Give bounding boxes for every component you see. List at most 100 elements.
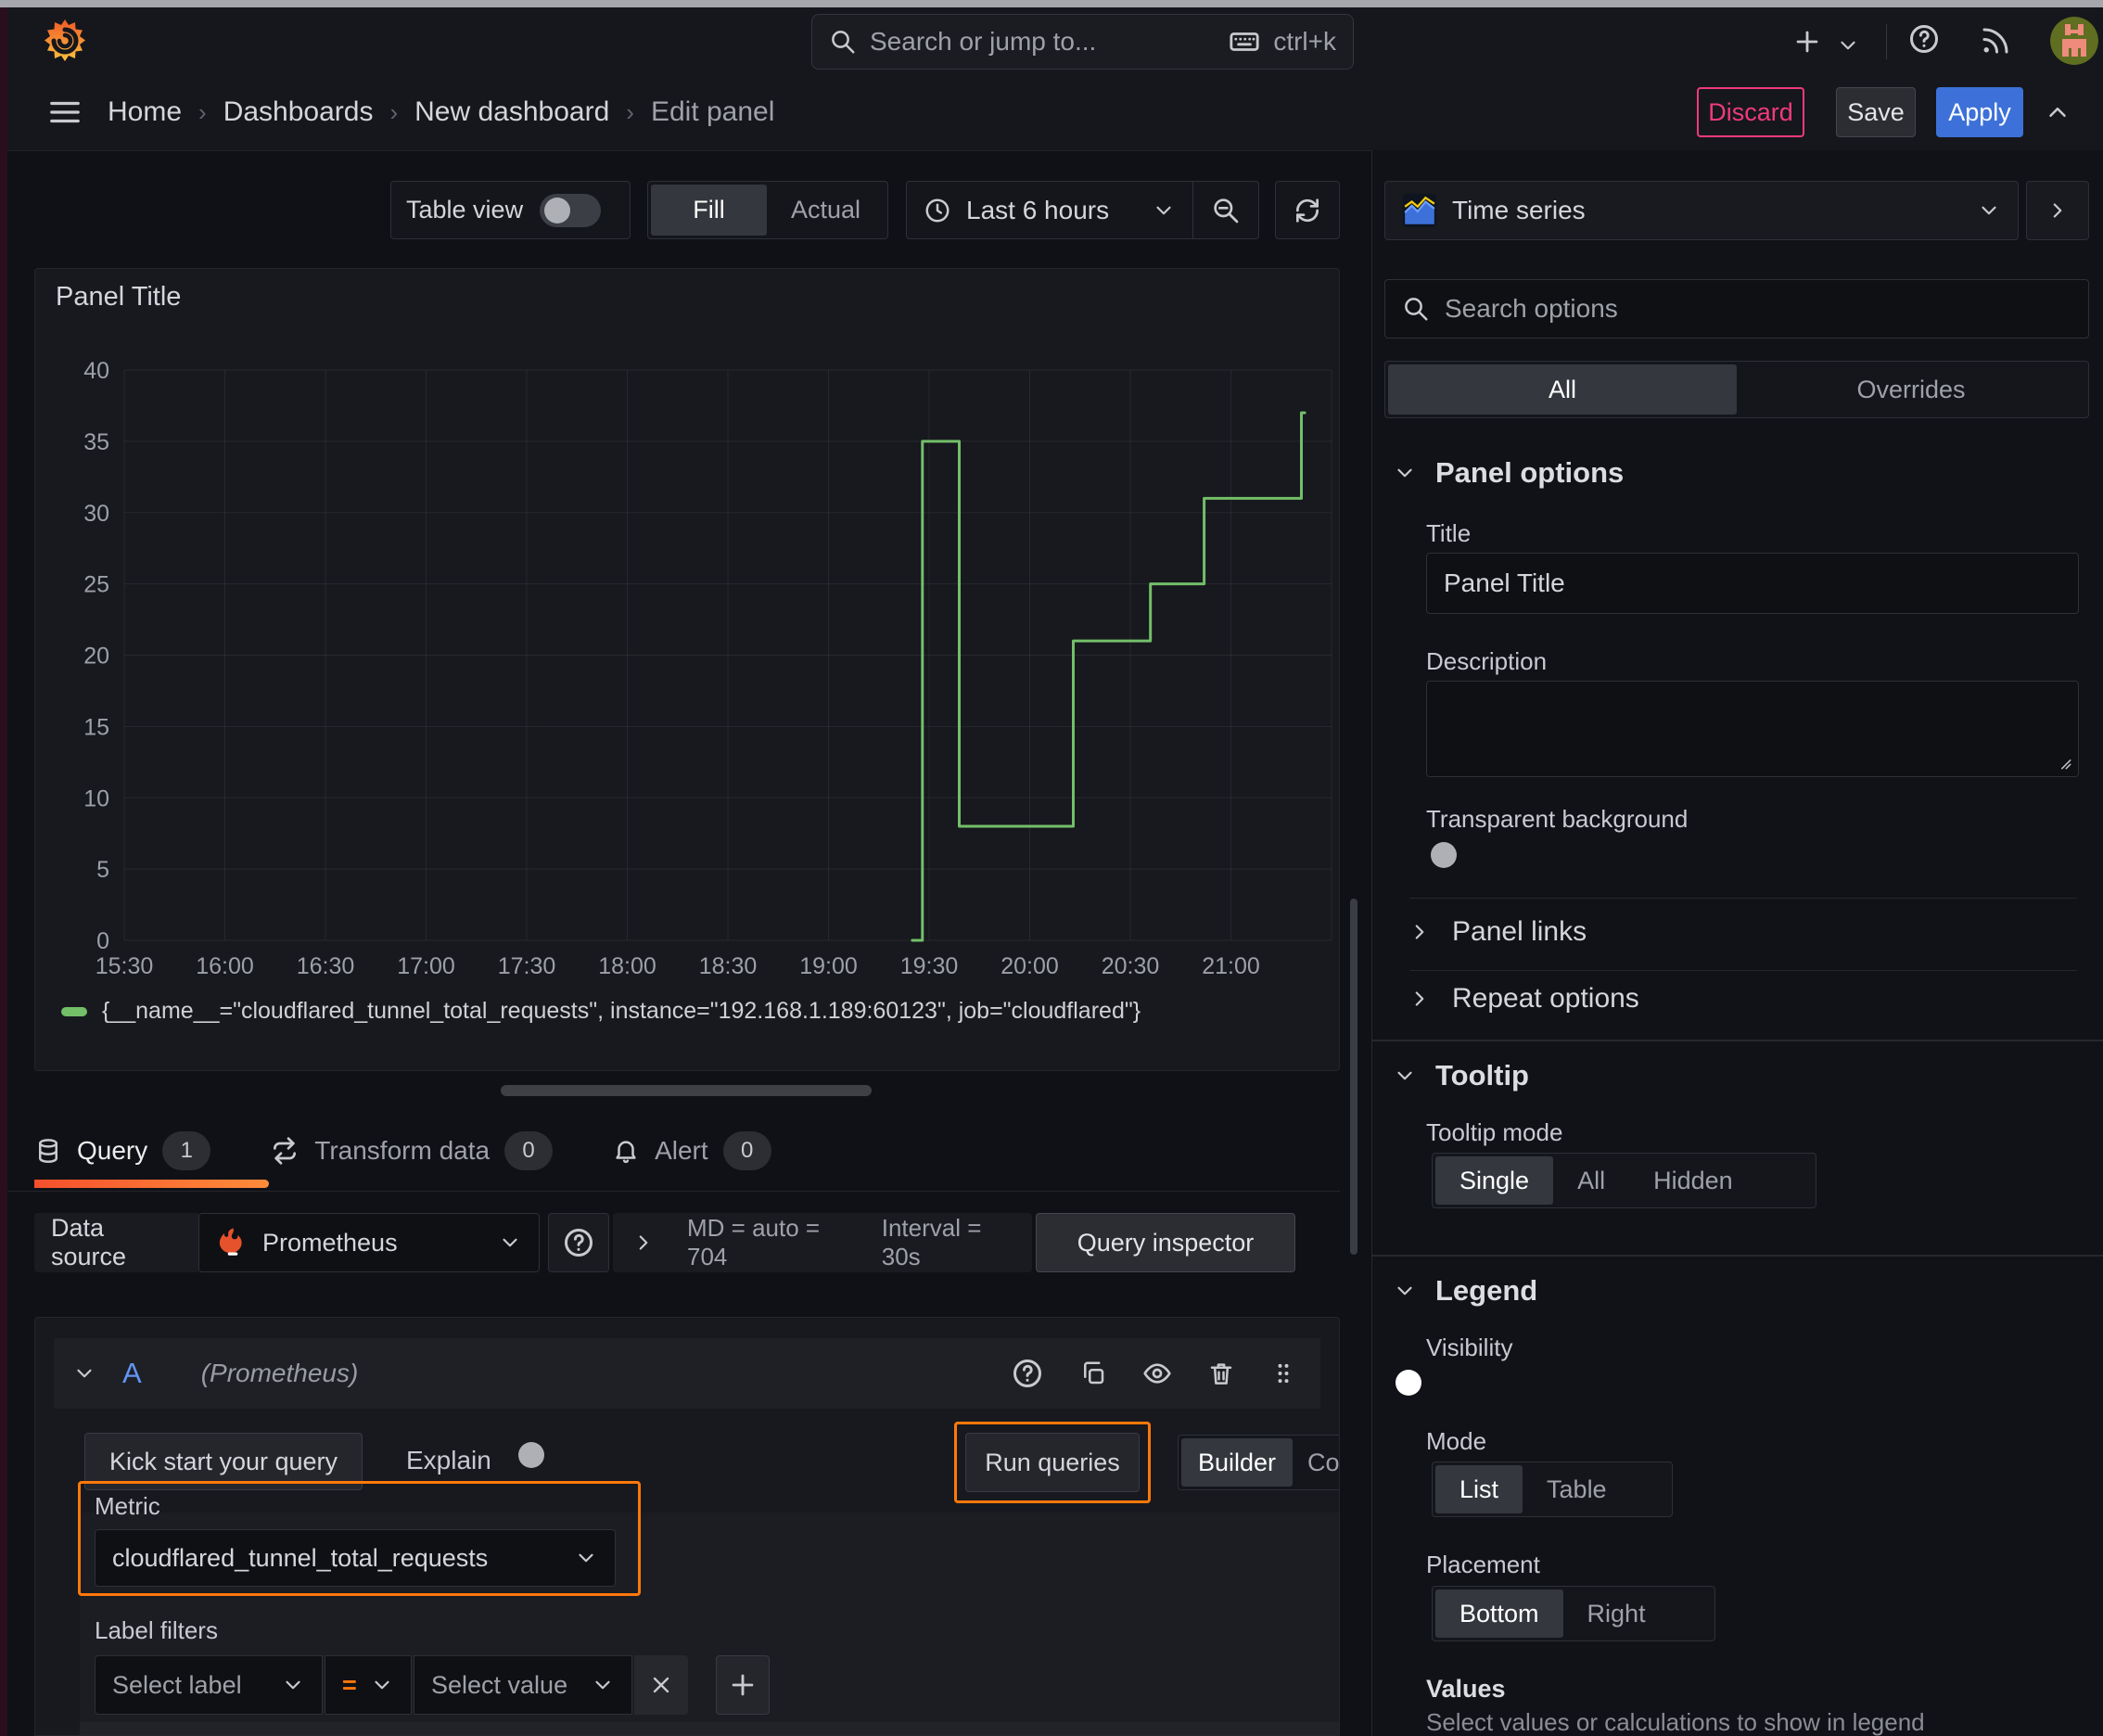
add-new-button[interactable] bbox=[1791, 26, 1823, 57]
datasource-picker[interactable]: Prometheus bbox=[198, 1213, 540, 1272]
tab-overrides[interactable]: Overrides bbox=[1737, 364, 2085, 415]
menu-hamburger-icon[interactable] bbox=[45, 95, 85, 130]
legend-series-label: {__name__="cloudflared_tunnel_total_requ… bbox=[102, 998, 1141, 1024]
tab-all[interactable]: All bbox=[1388, 364, 1737, 415]
toggle-visibility-eye-icon[interactable] bbox=[1142, 1359, 1172, 1388]
panel-links-chevron-icon bbox=[1408, 920, 1432, 944]
select-label-dropdown[interactable]: Select label bbox=[95, 1655, 323, 1715]
panel-title: Panel Title bbox=[56, 282, 182, 312]
global-search[interactable]: Search or jump to... ctrl+k bbox=[811, 14, 1354, 70]
tab-count-badge: 0 bbox=[504, 1131, 554, 1170]
breadcrumb-bar: Home › Dashboards › New dashboard › Edit panel… bbox=[7, 74, 2103, 151]
legend-header[interactable]: Legend bbox=[1393, 1274, 1537, 1308]
time-range-picker[interactable]: Last 6 hours bbox=[907, 196, 1192, 225]
duplicate-query-icon[interactable] bbox=[1079, 1359, 1107, 1387]
remove-filter-button[interactable] bbox=[634, 1655, 688, 1715]
refresh-button[interactable] bbox=[1275, 181, 1340, 239]
textarea-resize-icon[interactable] bbox=[2056, 754, 2072, 771]
tab-transform-data[interactable]: Transform data 0 bbox=[270, 1131, 554, 1170]
builder-option[interactable]: Builder bbox=[1181, 1438, 1294, 1487]
visualization-picker[interactable]: Time series bbox=[1384, 181, 2019, 240]
select-value-dropdown[interactable]: Select value bbox=[414, 1655, 632, 1715]
legend-placement-bottom[interactable]: Bottom bbox=[1435, 1589, 1563, 1638]
legend-mode-list[interactable]: List bbox=[1435, 1465, 1523, 1513]
metric-value: cloudflared_tunnel_total_requests bbox=[112, 1543, 489, 1572]
description-textarea[interactable] bbox=[1426, 681, 2079, 777]
tooltip-all[interactable]: All bbox=[1553, 1156, 1629, 1205]
transparent-bg-label: Transparent background bbox=[1426, 805, 1689, 833]
run-queries-button[interactable]: Run queries bbox=[965, 1433, 1140, 1492]
legend-placement-right[interactable]: Right bbox=[1563, 1589, 1670, 1638]
breadcrumb-item[interactable]: Dashboards bbox=[223, 96, 374, 128]
fill-actual-segment: Fill Actual bbox=[647, 181, 888, 239]
options-search-input[interactable]: Search options bbox=[1384, 279, 2089, 338]
time-series-chart: 0 5 10 15 20 25 30 35 40 15:30 16:00 16:30 17:00 17:3… bbox=[83, 358, 1332, 979]
chevron-right-icon bbox=[2046, 198, 2070, 223]
panel-options-header[interactable]: Panel options bbox=[1393, 456, 1624, 490]
next-section-edge bbox=[80, 1722, 1339, 1735]
delete-query-trash-icon[interactable] bbox=[1207, 1359, 1235, 1387]
user-avatar[interactable] bbox=[2050, 17, 2098, 65]
datasource-help-button[interactable] bbox=[548, 1213, 609, 1272]
options-search-placeholder: Search options bbox=[1445, 294, 1618, 323]
chart-legend[interactable]: {__name__="cloudflared_tunnel_total_requ… bbox=[61, 998, 1141, 1025]
drag-query-grip-icon[interactable] bbox=[1270, 1360, 1296, 1386]
collapse-sidebar-button[interactable] bbox=[2026, 181, 2089, 240]
grafana-logo-icon[interactable] bbox=[41, 17, 89, 65]
select-label-chevron-icon bbox=[281, 1673, 305, 1697]
panel-links-section[interactable]: Panel links bbox=[1408, 916, 1587, 948]
svg-text:40: 40 bbox=[83, 358, 109, 384]
nav-divider bbox=[1886, 24, 1887, 59]
fill-option[interactable]: Fill bbox=[651, 185, 767, 236]
tooltip-chevron-icon bbox=[1393, 1064, 1417, 1088]
panel-options-chevron-icon bbox=[1393, 461, 1417, 485]
main-scrollbar-thumb[interactable] bbox=[1350, 899, 1357, 1255]
editor-tabs: Query 1 Transform data 0 Alert 0 bbox=[34, 1117, 771, 1184]
repeat-options-section[interactable]: Repeat options bbox=[1408, 983, 1639, 1015]
save-button[interactable]: Save bbox=[1836, 87, 1916, 137]
actual-option[interactable]: Actual bbox=[767, 185, 885, 236]
help-circle-icon bbox=[562, 1226, 595, 1259]
legend-mode-table[interactable]: Table bbox=[1523, 1465, 1631, 1513]
viz-name: Time series bbox=[1452, 196, 1586, 224]
resize-drag-handle[interactable] bbox=[501, 1085, 872, 1096]
query-options-summary[interactable]: MD = auto = 704 Interval = 30s bbox=[613, 1213, 1032, 1272]
tab-count-badge: 1 bbox=[162, 1131, 211, 1170]
panel-title-input[interactable]: Panel Title bbox=[1426, 553, 2079, 614]
time-range-control: Last 6 hours bbox=[906, 181, 1259, 239]
select-value-chevron-icon bbox=[591, 1673, 615, 1697]
query-row-header[interactable]: A (Prometheus) bbox=[54, 1338, 1320, 1409]
interval: Interval = 30s bbox=[881, 1214, 982, 1270]
metric-select[interactable]: cloudflared_tunnel_total_requests bbox=[95, 1529, 616, 1587]
help-icon[interactable] bbox=[1907, 22, 1941, 56]
breadcrumb-item[interactable]: Home bbox=[108, 96, 182, 128]
operator-dropdown[interactable]: = bbox=[325, 1655, 412, 1715]
add-filter-button[interactable] bbox=[716, 1655, 770, 1715]
collapse-panel-chevron-icon[interactable] bbox=[2044, 98, 2071, 126]
tab-query[interactable]: Query 1 bbox=[34, 1131, 211, 1170]
time-range-label: Last 6 hours bbox=[966, 195, 1110, 224]
tooltip-hidden[interactable]: Hidden bbox=[1629, 1156, 1757, 1205]
breadcrumb-item[interactable]: New dashboard bbox=[414, 96, 609, 128]
legend-placement-segment: Bottom Right bbox=[1432, 1586, 1715, 1641]
svg-text:17:30: 17:30 bbox=[498, 953, 556, 979]
zoom-out-button[interactable] bbox=[1192, 182, 1258, 238]
grafana-edit-panel: Search or jump to... ctrl+k Home › Dashboa… bbox=[0, 0, 2103, 1736]
tooltip-single[interactable]: Single bbox=[1435, 1156, 1554, 1205]
query-inspector-button[interactable]: Query inspector bbox=[1036, 1213, 1295, 1272]
code-option[interactable]: Code bbox=[1293, 1438, 1339, 1487]
table-view-toggle[interactable] bbox=[540, 193, 602, 227]
discard-button[interactable]: Discard bbox=[1697, 87, 1804, 137]
svg-text:16:00: 16:00 bbox=[196, 953, 254, 979]
query-help-icon[interactable] bbox=[1011, 1357, 1044, 1390]
add-new-chevron-icon[interactable] bbox=[1836, 33, 1860, 57]
apply-button[interactable]: Apply bbox=[1936, 87, 2023, 137]
breadcrumb: Home › Dashboards › New dashboard › Edit panel bbox=[108, 74, 774, 150]
query-collapse-chevron-icon[interactable] bbox=[72, 1361, 96, 1385]
news-rss-icon[interactable] bbox=[1979, 24, 2012, 57]
max-data-points: MD = auto = 704 bbox=[687, 1214, 821, 1270]
tab-alert[interactable]: Alert 0 bbox=[612, 1131, 771, 1170]
query-datasource-hint: (Prometheus) bbox=[200, 1359, 359, 1387]
tooltip-header[interactable]: Tooltip bbox=[1393, 1059, 1529, 1092]
legend-placement-label: Placement bbox=[1426, 1551, 1540, 1578]
